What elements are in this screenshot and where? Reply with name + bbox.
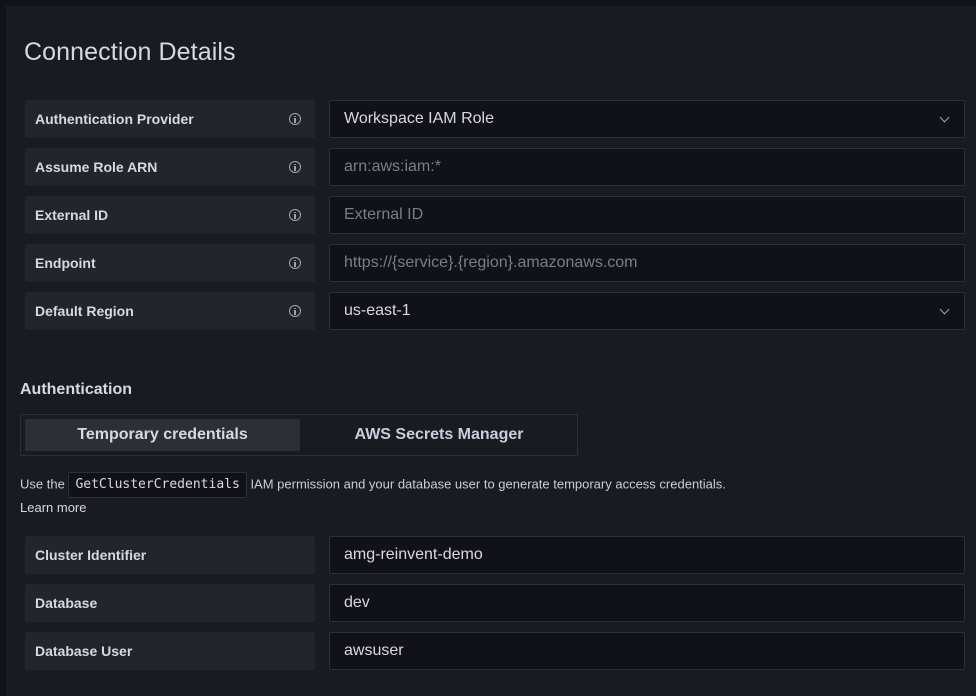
- assume-role-arn-input[interactable]: arn:aws:iam:*: [329, 148, 965, 186]
- database-user-value: awsuser: [344, 642, 404, 659]
- info-icon[interactable]: [289, 257, 301, 269]
- database-row: Database dev: [25, 584, 965, 622]
- info-icon[interactable]: [289, 209, 301, 221]
- database-input[interactable]: dev: [329, 584, 965, 622]
- field-label: Endpoint: [25, 244, 315, 282]
- assume-role-arn-row: Assume Role ARN arn:aws:iam:*: [25, 148, 965, 186]
- auth-description: Use the GetClusterCredentials IAM permis…: [20, 472, 950, 517]
- field-label: Database: [25, 584, 315, 622]
- default-region-value: us-east-1: [344, 302, 411, 319]
- cluster-identifier-row: Cluster Identifier amg-reinvent-demo: [25, 536, 965, 574]
- chevron-down-icon: [939, 112, 950, 123]
- database-value: dev: [344, 594, 370, 611]
- auth-provider-label: Authentication Provider: [35, 111, 194, 127]
- auth-method-tabs: Temporary credentials AWS Secrets Manage…: [20, 414, 578, 456]
- learn-more-link[interactable]: Learn more: [20, 500, 86, 515]
- assume-role-arn-label: Assume Role ARN: [35, 159, 158, 175]
- external-id-label: External ID: [35, 207, 109, 223]
- field-label: Assume Role ARN: [25, 148, 315, 186]
- auth-provider-select[interactable]: Workspace IAM Role: [329, 100, 965, 138]
- auth-provider-row: Authentication Provider Workspace IAM Ro…: [25, 100, 965, 138]
- permission-code: GetClusterCredentials: [68, 472, 247, 498]
- default-region-row: Default Region us-east-1: [25, 292, 965, 330]
- default-region-label: Default Region: [35, 303, 134, 319]
- field-label: Default Region: [25, 292, 315, 330]
- database-user-row: Database User awsuser: [25, 632, 965, 670]
- tab-temporary-credentials[interactable]: Temporary credentials: [25, 419, 300, 451]
- endpoint-label: Endpoint: [35, 255, 96, 271]
- assume-role-arn-placeholder: arn:aws:iam:*: [344, 158, 441, 175]
- default-region-select[interactable]: us-east-1: [329, 292, 965, 330]
- authentication-heading: Authentication: [20, 381, 132, 398]
- endpoint-input[interactable]: https://{service}.{region}.amazonaws.com: [329, 244, 965, 282]
- description-suffix: IAM permission and your database user to…: [250, 476, 726, 492]
- cluster-identifier-value: amg-reinvent-demo: [344, 546, 483, 563]
- database-user-input[interactable]: awsuser: [329, 632, 965, 670]
- description-prefix: Use the: [20, 476, 65, 492]
- field-label: Database User: [25, 632, 315, 670]
- endpoint-placeholder: https://{service}.{region}.amazonaws.com: [344, 254, 638, 271]
- external-id-input[interactable]: External ID: [329, 196, 965, 234]
- info-icon[interactable]: [289, 305, 301, 317]
- info-icon[interactable]: [289, 113, 301, 125]
- cluster-identifier-label: Cluster Identifier: [35, 547, 147, 563]
- tab-aws-secrets-manager[interactable]: AWS Secrets Manager: [304, 419, 574, 451]
- database-label: Database: [35, 595, 98, 611]
- external-id-row: External ID External ID: [25, 196, 965, 234]
- endpoint-row: Endpoint https://{service}.{region}.amaz…: [25, 244, 965, 282]
- external-id-placeholder: External ID: [344, 206, 424, 223]
- page-title: Connection Details: [24, 38, 236, 66]
- auth-provider-value: Workspace IAM Role: [344, 110, 494, 127]
- info-icon[interactable]: [289, 161, 301, 173]
- database-user-label: Database User: [35, 643, 133, 659]
- chevron-down-icon: [939, 304, 950, 315]
- cluster-identifier-input[interactable]: amg-reinvent-demo: [329, 536, 965, 574]
- field-label: Cluster Identifier: [25, 536, 315, 574]
- field-label: Authentication Provider: [25, 100, 315, 138]
- field-label: External ID: [25, 196, 315, 234]
